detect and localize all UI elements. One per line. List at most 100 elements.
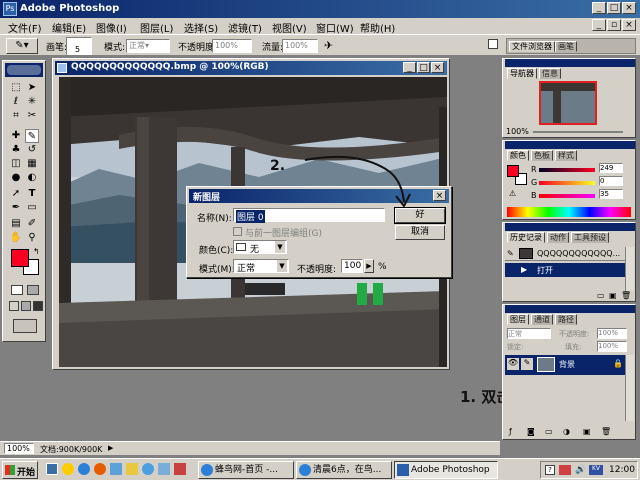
eye-icon[interactable]: 👁 [507, 358, 519, 370]
tab-history[interactable]: 历史记录 [507, 232, 545, 243]
layer-style-icon[interactable]: ƒ [509, 427, 512, 436]
marquee-tool-icon[interactable]: ⬚ [9, 81, 23, 95]
cancel-button[interactable]: 取消 [395, 225, 445, 240]
new-document-icon[interactable]: ▭ [597, 291, 605, 300]
quick-launch-desktop-icon[interactable] [46, 463, 58, 475]
layer-name-input[interactable]: 图层 0 [233, 208, 385, 223]
move-tool-icon[interactable]: ➤ [25, 81, 39, 95]
path-selection-tool-icon[interactable]: ➚ [9, 187, 23, 201]
b-slider[interactable] [539, 194, 595, 198]
document-maximize-button[interactable]: □ [417, 62, 430, 73]
shape-tool-icon[interactable]: ▭ [25, 201, 39, 215]
tab-file-browser[interactable]: 文件浏览器 [509, 41, 555, 52]
menu-filter[interactable]: 滤镜(T) [228, 20, 262, 35]
r-slider[interactable] [539, 168, 595, 172]
layer-fill-input[interactable]: 100% [597, 341, 627, 352]
doc-restore-button[interactable]: ▫ [607, 19, 621, 31]
screen-mode-full-menu-icon[interactable] [21, 301, 31, 311]
tab-actions[interactable]: 动作 [547, 232, 569, 243]
tab-swatches[interactable]: 色板 [531, 150, 553, 161]
tab-color[interactable]: 颜色 [507, 150, 529, 161]
screen-mode-standard-icon[interactable] [9, 301, 19, 311]
quick-mask-off-icon[interactable] [11, 285, 23, 295]
navigator-thumbnail[interactable] [539, 81, 597, 125]
navigator-zoom-slider[interactable] [533, 131, 623, 133]
lasso-tool-icon[interactable]: ℓ [9, 95, 23, 109]
quick-launch-media-icon[interactable] [94, 463, 106, 475]
layer-row-background[interactable]: 👁 ✎ 背景 🔒 [505, 355, 625, 375]
menu-view[interactable]: 视图(V) [272, 20, 307, 35]
brush-size-picker[interactable]: 5 [66, 37, 92, 55]
new-snapshot-icon[interactable]: ▣ [609, 291, 617, 300]
doc-minimize-button[interactable]: _ [592, 19, 606, 31]
volume-icon[interactable]: 🔊 [575, 465, 586, 475]
quick-launch-browser-icon[interactable] [142, 463, 154, 475]
history-step-row[interactable]: ▶ 打开 [505, 263, 625, 277]
document-close-button[interactable]: × [431, 62, 444, 73]
layer-set-icon[interactable]: ▭ [545, 427, 553, 436]
zoom-tool-icon[interactable]: ⚲ [25, 231, 39, 245]
doc-close-button[interactable]: × [622, 19, 636, 31]
quick-launch-extra-icon[interactable] [174, 463, 186, 475]
magic-wand-tool-icon[interactable]: ✳ [25, 95, 39, 109]
healing-brush-tool-icon[interactable]: ✚ [9, 129, 23, 143]
menu-image[interactable]: 图像(I) [96, 20, 127, 35]
tab-brushes[interactable]: 画笔 [555, 41, 577, 52]
blur-tool-icon[interactable]: ● [9, 171, 23, 185]
notes-tool-icon[interactable]: ▤ [9, 217, 23, 231]
tab-layers[interactable]: 图层 [507, 314, 529, 325]
eyedropper-tool-icon[interactable]: ✐ [25, 217, 39, 231]
quick-mask-on-icon[interactable] [27, 285, 39, 295]
menu-layer[interactable]: 图层(L) [140, 20, 173, 35]
color-select[interactable]: 无 ▼ [233, 240, 287, 255]
color-spectrum-bar[interactable] [507, 207, 631, 217]
quick-launch-app-icon[interactable] [110, 463, 122, 475]
brush-tool-preset[interactable]: ✎▾ [6, 38, 38, 54]
task-photoshop[interactable]: Adobe Photoshop [394, 461, 498, 479]
quick-launch-qq-icon[interactable] [62, 463, 74, 475]
swap-colors-icon[interactable]: ↰ [33, 247, 40, 256]
mode-dialog-select[interactable]: 正常 ▼ [233, 259, 289, 274]
history-scrollbar[interactable] [625, 247, 634, 291]
opacity-dialog-input[interactable]: 100 [341, 259, 363, 273]
layer-mask-icon[interactable]: ◙ [527, 427, 535, 436]
airbrush-icon[interactable]: ✈ [324, 39, 333, 52]
task-fengniao-home[interactable]: 蜂鸟网-首页 -... [198, 461, 294, 479]
start-button[interactable]: 开始 [2, 461, 38, 479]
slice-tool-icon[interactable]: ✂ [25, 109, 39, 123]
task-morning-article[interactable]: 清晨6点，在鸟... [296, 461, 392, 479]
input-method-icon[interactable] [559, 465, 571, 475]
delete-layer-icon[interactable]: 🗑 [601, 427, 611, 436]
opacity-field[interactable]: 100% [212, 39, 252, 53]
group-checkbox[interactable] [233, 227, 242, 236]
color-fg-swatch[interactable] [507, 165, 519, 177]
menu-file[interactable]: 文件(F) [8, 20, 42, 35]
minimize-button[interactable]: _ [592, 2, 606, 14]
close-button[interactable]: × [622, 2, 636, 14]
quick-launch-folder-icon[interactable] [126, 463, 138, 475]
document-minimize-button[interactable]: _ [403, 62, 416, 73]
ok-button[interactable]: 好 [394, 207, 446, 224]
layers-scrollbar[interactable] [625, 355, 634, 421]
jump-to-imageready-icon[interactable] [13, 319, 37, 333]
eraser-tool-icon[interactable]: ◫ [9, 157, 23, 171]
menu-window[interactable]: 窗口(W) [316, 20, 354, 35]
crop-tool-icon[interactable]: ⌗ [9, 109, 23, 123]
quick-launch-ie-icon[interactable] [78, 463, 90, 475]
dialog-close-button[interactable]: × [433, 190, 446, 201]
navigator-zoom[interactable]: 100% [506, 127, 529, 136]
menu-select[interactable]: 选择(S) [184, 20, 218, 35]
maximize-button[interactable]: □ [607, 2, 621, 14]
foreground-color-swatch[interactable] [11, 249, 29, 267]
status-menu-arrow[interactable]: ▶ [108, 444, 113, 452]
antivirus-icon[interactable]: KV [589, 465, 603, 475]
menu-edit[interactable]: 编辑(E) [52, 20, 86, 35]
help-icon[interactable]: ? [545, 465, 555, 475]
history-snapshot-row[interactable]: ✎ QQQQQQQQQQQQ... [505, 247, 625, 261]
b-input[interactable]: 35 [599, 189, 623, 199]
layer-opacity-input[interactable]: 100% [597, 328, 627, 339]
trash-icon[interactable]: 🗑 [621, 291, 631, 300]
status-zoom-field[interactable]: 100% [4, 443, 34, 454]
g-slider[interactable] [539, 181, 595, 185]
tab-navigator[interactable]: 导航器 [507, 68, 537, 79]
